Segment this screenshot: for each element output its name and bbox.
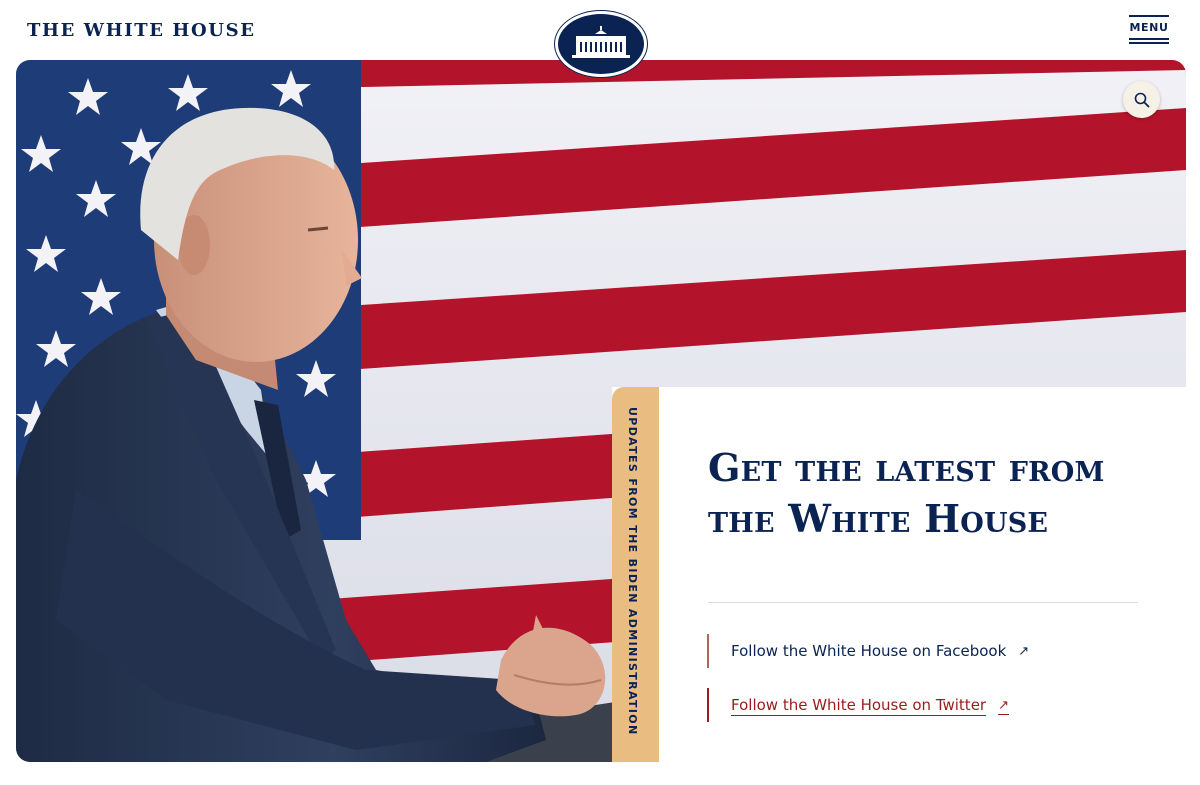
site-header: THE WHITE HOUSE MENU — [0, 0, 1200, 77]
facebook-link[interactable]: Follow the White House on Facebook ↗ — [707, 634, 1029, 668]
card-heading: Get the latest from the White House — [708, 445, 1105, 541]
eye — [307, 226, 329, 232]
updates-card: UPDATES FROM THE BIDEN ADMINISTRATION Ge… — [612, 387, 1200, 762]
site-title[interactable]: THE WHITE HOUSE — [27, 20, 256, 41]
menu-bottom-line — [1129, 38, 1169, 40]
divider — [708, 602, 1138, 603]
updates-tab-label: UPDATES FROM THE BIDEN ADMINISTRATION — [626, 407, 639, 736]
menu-bottom-line-2 — [1129, 42, 1169, 44]
white-house-building-icon — [572, 26, 630, 58]
external-link-arrow-icon: ↗ — [998, 697, 1009, 713]
updates-tab: UPDATES FROM THE BIDEN ADMINISTRATION — [612, 387, 659, 762]
twitter-link[interactable]: Follow the White House on Twitter ↗ — [707, 688, 1009, 722]
external-link-arrow-icon: ↗ — [1018, 643, 1030, 659]
white-house-seal-icon[interactable] — [555, 11, 647, 77]
search-icon — [1134, 92, 1149, 107]
menu-button[interactable]: MENU — [1128, 15, 1170, 47]
twitter-link-label: Follow the White House on Twitter — [731, 696, 987, 714]
menu-label: MENU — [1129, 21, 1169, 34]
menu-top-line — [1129, 15, 1169, 17]
facebook-link-label: Follow the White House on Facebook — [731, 642, 1007, 660]
search-button[interactable] — [1123, 81, 1160, 118]
